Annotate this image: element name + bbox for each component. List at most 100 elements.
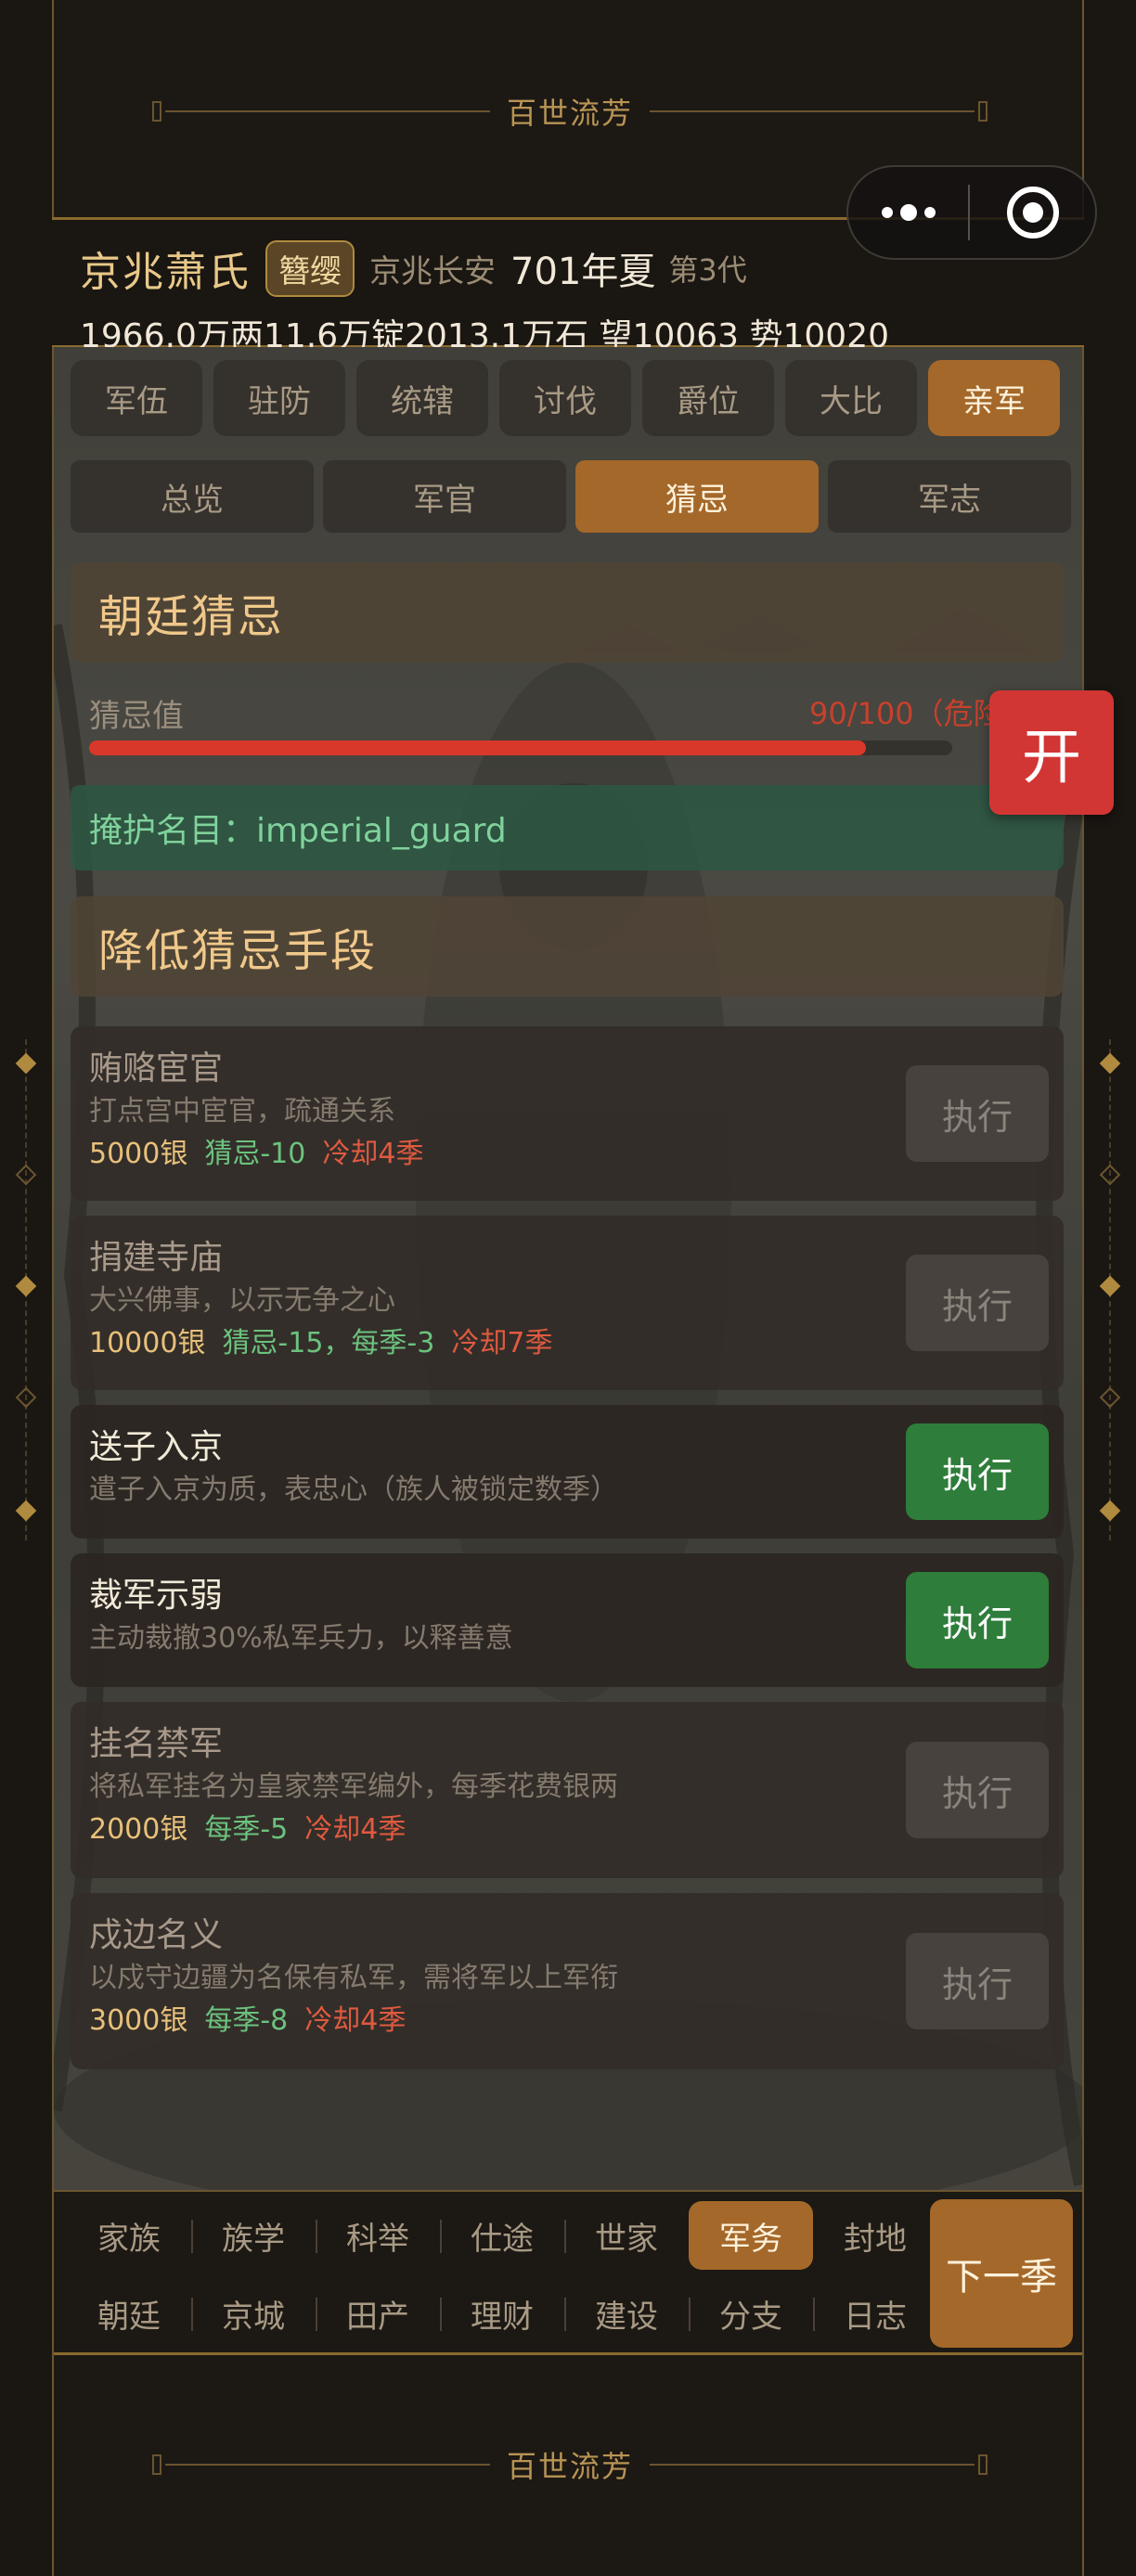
diamond-outline-icon [1099,1164,1121,1186]
date-text: 701年夏 [510,251,656,293]
action-effect: 猜忌-10 [204,1138,306,1170]
banner-rule-right [650,110,975,112]
action-effect: 猜忌-15，每季-3 [222,1327,435,1359]
action-effect: 每季-5 [204,1813,289,1846]
nav-estates[interactable]: 田产 [316,2279,440,2348]
nav-branches[interactable]: 分支 [689,2279,813,2348]
tab-garrison[interactable]: 驻防 [213,360,345,436]
tab-personal-guard[interactable]: 亲军 [928,360,1060,436]
nav-capital[interactable]: 京城 [191,2279,316,2348]
action-desc: 打点宫中宦官，疏通关系 [89,1095,395,1127]
execute-button-disabled[interactable]: 执行 [906,1255,1049,1351]
primary-tabs: 军伍 驻防 统辖 讨伐 爵位 大比 亲军 [71,360,1060,436]
diamond-icon [1099,1275,1121,1297]
action-cooldown: 冷却4季 [304,2004,407,2037]
side-ornament-left [15,1039,37,1540]
nav-clan-school[interactable]: 族学 [191,2201,316,2270]
diamond-icon [15,1500,37,1522]
action-name: 挂名禁军 [89,1725,224,1763]
execute-button-disabled[interactable]: 执行 [906,1065,1049,1162]
nav-exam[interactable]: 科举 [316,2201,440,2270]
action-card-hostage: 送子入京 遣子入京为质，表忠心（族人被锁定数季） 执行 [71,1405,1064,1539]
action-cooldown: 冷却4季 [322,1138,424,1170]
app-title: 百世流芳 [506,96,633,131]
banner-cap-left [151,2454,161,2475]
next-season-button[interactable]: 下一季 [930,2199,1073,2348]
banner-rule-left [164,110,490,112]
mini-program-capsule [846,165,1097,260]
action-card-imperial-guard: 挂名禁军 将私军挂名为皇家禁军编外，每季花费银两 2000银 每季-5 冷却4季… [71,1702,1064,1878]
execute-button[interactable]: 执行 [906,1572,1049,1668]
diamond-outline-icon [15,1164,37,1186]
nav-log[interactable]: 日志 [813,2279,937,2348]
nav-family[interactable]: 家族 [67,2201,191,2270]
tab-nobility[interactable]: 爵位 [642,360,774,436]
action-desc: 以戍守边疆为名保有私军，需将军以上军衔 [89,1962,618,1994]
action-name: 戍边名义 [89,1916,224,1954]
nav-fief[interactable]: 封地 [813,2201,937,2270]
section-title-suspicion: 朝廷猜忌 [71,562,1064,663]
tab-tournament[interactable]: 大比 [785,360,917,436]
action-name: 捐建寺庙 [89,1239,224,1277]
subtab-officers[interactable]: 军官 [323,460,566,533]
footer-title: 百世流芳 [506,2449,633,2484]
diamond-icon [1099,1052,1121,1075]
execute-button[interactable]: 执行 [906,1423,1049,1520]
bottom-banner: 百世流芳 [54,2437,1086,2492]
banner-rule-left [164,2464,490,2466]
action-cost: 5000银 [89,1138,188,1170]
action-card-frontier: 戍边名义 以戍守边疆为名保有私军，需将军以上军衔 3000银 每季-8 冷却4季… [71,1893,1064,2069]
secondary-tabs: 总览 军官 猜忌 军志 [71,460,1071,533]
banner-cap-right [978,101,988,122]
clan-name: 京兆萧氏 [80,249,251,296]
subtab-overview[interactable]: 总览 [71,460,314,533]
action-cost: 2000银 [89,1813,188,1846]
tab-command[interactable]: 统辖 [356,360,488,436]
action-card-bribe: 贿赂宦官 打点宫中宦官，疏通关系 5000银 猜忌-10 冷却4季 执行 [71,1026,1064,1201]
action-cooldown: 冷却7季 [451,1327,553,1359]
execute-button-disabled[interactable]: 执行 [906,1933,1049,2029]
action-desc: 遣子入京为质，表忠心（族人被锁定数季） [89,1474,618,1506]
diamond-icon [1099,1500,1121,1522]
suspicion-bar-fill [89,741,866,755]
top-banner: 百世流芳 [54,84,1086,139]
action-name: 贿赂宦官 [89,1050,224,1088]
tab-army[interactable]: 军伍 [71,360,202,436]
action-name: 裁军示弱 [89,1577,224,1615]
content-area: 军伍 驻防 统辖 讨伐 爵位 大比 亲军 总览 军官 猜忌 军志 朝廷猜忌 猜忌… [54,347,1082,2190]
suspicion-value: 90/100（危险 [809,696,1003,731]
action-desc: 大兴佛事，以示无争之心 [89,1284,395,1317]
bottom-navigation: 家族 族学 科举 仕途 世家 军务 封地 朝廷 京城 田产 理财 建设 分支 日… [54,2190,1082,2355]
nav-finance[interactable]: 理财 [440,2279,564,2348]
floating-toggle-button[interactable]: 开 [989,690,1114,815]
diamond-icon [15,1275,37,1297]
subtab-records[interactable]: 军志 [828,460,1071,533]
more-dots-icon[interactable] [848,204,968,221]
action-cost: 10000银 [89,1327,206,1359]
action-name: 送子入京 [89,1428,224,1466]
action-cost: 3000银 [89,2004,188,2037]
location-text: 京兆长安 [369,252,496,290]
tab-campaign[interactable]: 讨伐 [499,360,631,436]
banner-rule-right [650,2464,975,2466]
banner-cap-right [978,2454,988,2475]
generation-text: 第3代 [668,252,747,288]
action-card-disarm: 裁军示弱 主动裁撤30%私军兵力，以释善意 执行 [71,1553,1064,1687]
target-circle-icon[interactable] [970,187,1095,238]
cover-reason: 掩护名目：imperial_guard [71,785,1064,870]
nav-construction[interactable]: 建设 [564,2279,689,2348]
diamond-outline-icon [1099,1386,1121,1409]
subtab-suspicion[interactable]: 猜忌 [575,460,819,533]
nav-career[interactable]: 仕途 [440,2201,564,2270]
nav-noble-houses[interactable]: 世家 [564,2201,689,2270]
execute-button-disabled[interactable]: 执行 [906,1742,1049,1838]
nav-military[interactable]: 军务 [689,2201,813,2270]
banner-cap-left [151,101,161,122]
diamond-icon [15,1052,37,1075]
action-card-temple: 捐建寺庙 大兴佛事，以示无争之心 10000银 猜忌-15，每季-3 冷却7季 … [71,1216,1064,1390]
action-cooldown: 冷却4季 [304,1813,407,1846]
nav-court[interactable]: 朝廷 [67,2279,191,2348]
action-desc: 主动裁撤30%私军兵力，以释善意 [89,1622,513,1655]
rank-badge: 簪缨 [265,239,355,297]
section-title-reduce: 降低猜忌手段 [71,896,1064,997]
